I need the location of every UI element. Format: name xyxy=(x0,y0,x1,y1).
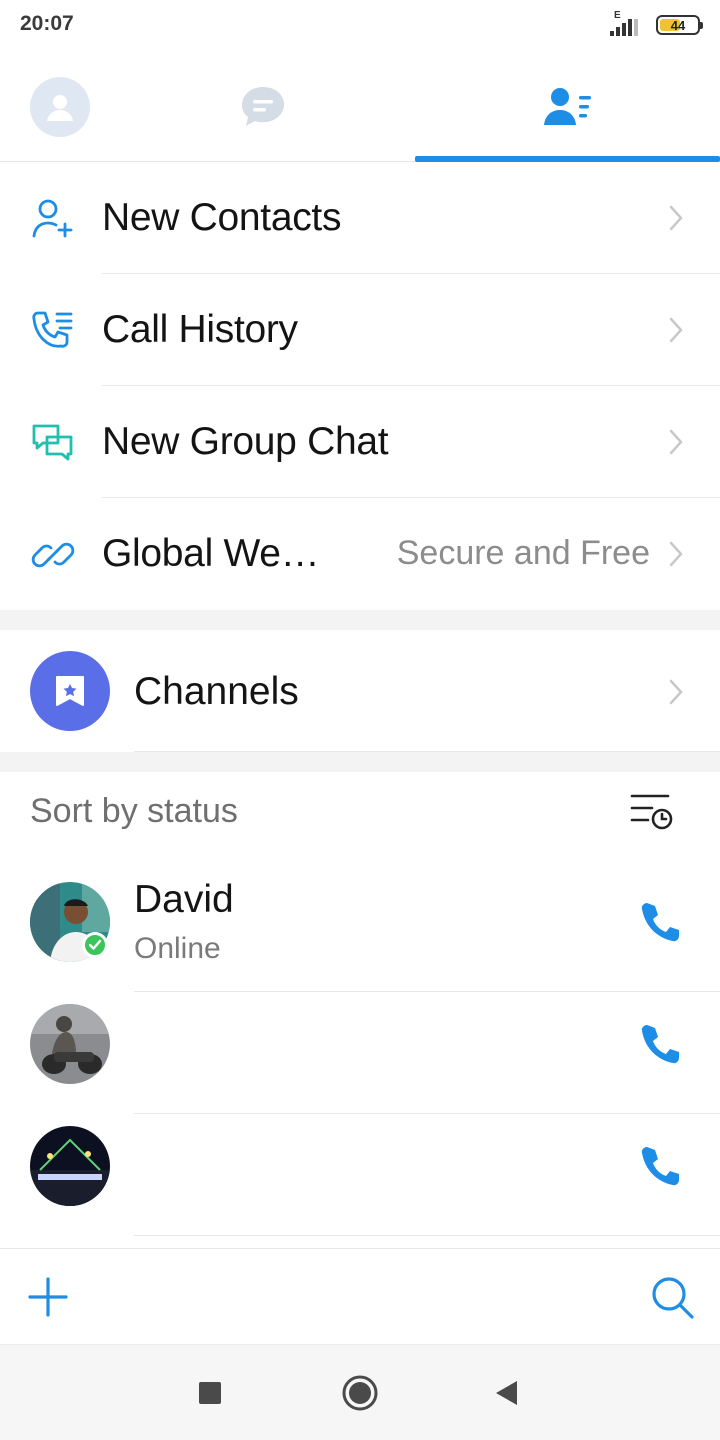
menu-label: Call History xyxy=(102,308,298,351)
tab-contacts[interactable] xyxy=(415,52,720,162)
add-person-icon xyxy=(32,199,73,238)
contacts-menu: New Contacts Call History New Group Chat… xyxy=(0,162,720,610)
plus-icon[interactable] xyxy=(26,1275,70,1319)
contacts-icon xyxy=(543,88,591,125)
menu-label: New Contacts xyxy=(102,196,342,239)
avatar xyxy=(30,1126,110,1206)
bottom-action-bar xyxy=(0,1248,720,1344)
contact-name: David xyxy=(134,878,234,921)
sort-label: Sort by status xyxy=(30,792,238,830)
chevron-right-icon xyxy=(669,317,683,343)
menu-global-web[interactable]: Global We… Secure and Free xyxy=(0,498,720,610)
chevron-right-icon xyxy=(669,205,683,231)
status-icons: E 44 xyxy=(608,10,703,40)
channels-label: Channels xyxy=(134,670,299,713)
divider xyxy=(134,1235,720,1236)
sort-by-time-icon[interactable] xyxy=(628,792,676,832)
chevron-right-icon xyxy=(669,429,683,455)
recents-square-icon[interactable] xyxy=(190,1373,230,1413)
phone-call-icon[interactable] xyxy=(638,1022,682,1066)
menu-label: New Group Chat xyxy=(102,420,389,463)
home-circle-icon[interactable] xyxy=(340,1373,380,1413)
contact-row[interactable] xyxy=(0,1114,720,1236)
section-gap xyxy=(0,610,720,630)
online-status-icon xyxy=(82,932,108,958)
status-time: 20:07 xyxy=(20,12,74,35)
menu-call-history[interactable]: Call History xyxy=(0,274,720,386)
tab-chats[interactable] xyxy=(203,52,323,162)
contact-row[interactable]: David Online xyxy=(0,870,720,992)
menu-new-group-chat[interactable]: New Group Chat xyxy=(0,386,720,498)
search-icon[interactable] xyxy=(650,1275,696,1321)
signal-icon: E xyxy=(608,10,644,38)
group-chat-icon xyxy=(32,424,73,461)
profile-avatar-icon xyxy=(30,77,90,137)
phone-call-icon[interactable] xyxy=(638,1144,682,1188)
menu-sublabel: Secure and Free xyxy=(396,534,650,572)
sort-bar: Sort by status xyxy=(0,772,720,852)
contact-status: Online xyxy=(134,932,221,965)
tab-profile[interactable] xyxy=(0,52,120,162)
contact-list: David Online xyxy=(0,870,720,1236)
contact-row[interactable] xyxy=(0,992,720,1114)
channel-bookmark-icon xyxy=(30,651,110,731)
back-triangle-icon[interactable] xyxy=(486,1373,526,1413)
menu-new-contacts[interactable]: New Contacts xyxy=(0,162,720,274)
avatar xyxy=(30,1004,110,1084)
section-gap xyxy=(0,752,720,772)
phone-call-icon[interactable] xyxy=(638,900,682,944)
menu-channels[interactable]: Channels xyxy=(0,630,720,752)
link-icon xyxy=(31,542,75,568)
top-tab-bar xyxy=(0,52,720,162)
phone-list-icon xyxy=(32,311,73,348)
chat-bubble-icon xyxy=(242,87,284,126)
chevron-right-icon xyxy=(669,541,683,567)
system-navigation-bar xyxy=(0,1344,720,1440)
chevron-right-icon xyxy=(669,679,683,705)
status-bar: 20:07 E 44 xyxy=(0,0,720,52)
battery-icon: 44 xyxy=(656,15,703,35)
battery-level: 44 xyxy=(670,17,686,33)
menu-label: Global We… xyxy=(102,532,320,575)
